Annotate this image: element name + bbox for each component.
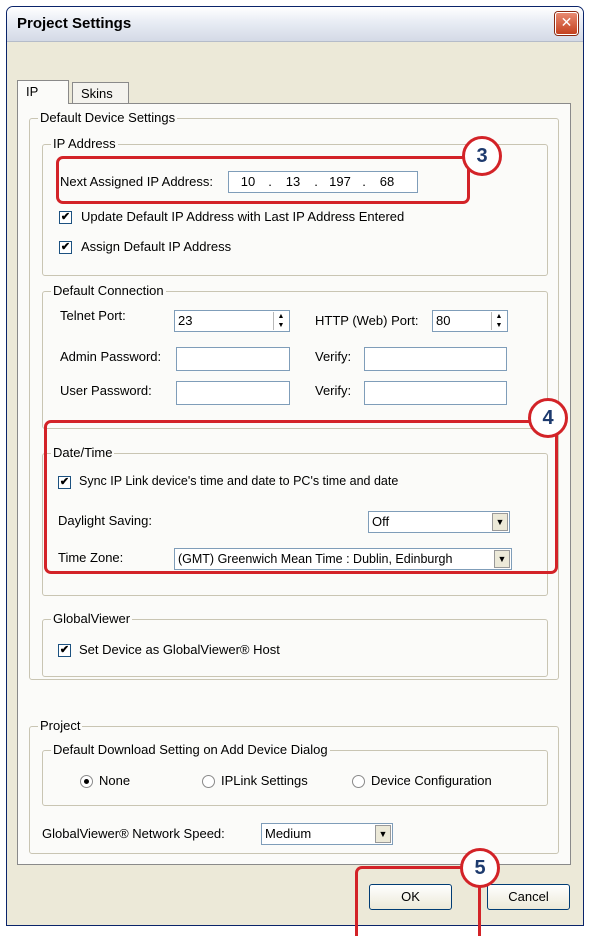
tab-skins-label: Skins bbox=[81, 86, 113, 101]
tab-ip-label: IP bbox=[26, 84, 39, 99]
title-bar[interactable]: Project Settings ✕ bbox=[7, 7, 583, 42]
telnet-port-value: 23 bbox=[178, 313, 193, 328]
network-speed-value: Medium bbox=[265, 826, 312, 841]
network-speed-label: GlobalViewer® Network Speed: bbox=[42, 826, 225, 841]
chevron-down-icon[interactable]: ▼ bbox=[375, 825, 391, 843]
radio-device-configuration[interactable] bbox=[352, 775, 365, 788]
admin-password-label: Admin Password: bbox=[60, 349, 162, 364]
radio-none[interactable] bbox=[80, 775, 93, 788]
check-icon: ✔ bbox=[59, 644, 70, 656]
user-verify-input[interactable] bbox=[364, 381, 507, 405]
close-button[interactable]: ✕ bbox=[555, 12, 578, 35]
tab-ip[interactable]: IP bbox=[17, 80, 69, 104]
http-port-input[interactable]: 80 ▲ ▼ bbox=[432, 310, 508, 332]
close-icon: ✕ bbox=[560, 15, 573, 31]
http-port-label: HTTP (Web) Port: bbox=[315, 313, 419, 328]
callout-badge-4: 4 bbox=[528, 398, 568, 438]
download-setting-group: Default Download Setting on Add Device D… bbox=[42, 742, 548, 806]
admin-verify-label: Verify: bbox=[315, 349, 352, 364]
admin-password-input[interactable] bbox=[176, 347, 290, 371]
cancel-button[interactable]: Cancel bbox=[487, 884, 570, 910]
update-default-label: Update Default IP Address with Last IP A… bbox=[81, 209, 405, 224]
user-password-label: User Password: bbox=[60, 383, 152, 398]
user-password-input[interactable] bbox=[176, 381, 290, 405]
check-icon: ✔ bbox=[60, 241, 71, 253]
callout-badge-3: 3 bbox=[462, 136, 502, 176]
check-icon: ✔ bbox=[60, 211, 71, 223]
spin-down-icon: ▼ bbox=[495, 322, 503, 329]
default-connection-legend: Default Connection bbox=[51, 283, 166, 299]
download-setting-legend: Default Download Setting on Add Device D… bbox=[51, 742, 330, 758]
set-host-label: Set Device as GlobalViewer® Host bbox=[79, 642, 280, 657]
ip-address-legend: IP Address bbox=[51, 136, 118, 152]
spin-up-icon: ▲ bbox=[495, 313, 503, 320]
telnet-port-label: Telnet Port: bbox=[60, 308, 126, 323]
globalviewer-group: GlobalViewer ✔ Set Device as GlobalViewe… bbox=[42, 611, 548, 677]
http-port-spinner[interactable]: ▲ ▼ bbox=[491, 312, 506, 330]
cancel-button-label: Cancel bbox=[508, 889, 549, 904]
globalviewer-legend: GlobalViewer bbox=[51, 611, 133, 627]
radio-selected-dot bbox=[84, 779, 89, 784]
callout-highlight-date-time bbox=[44, 420, 558, 574]
update-default-checkbox[interactable]: ✔ bbox=[59, 211, 72, 224]
network-speed-select[interactable]: Medium ▼ bbox=[261, 823, 393, 845]
tab-skins[interactable]: Skins bbox=[72, 82, 129, 104]
radio-device-configuration-label: Device Configuration bbox=[371, 773, 492, 788]
set-host-checkbox[interactable]: ✔ bbox=[58, 644, 71, 657]
telnet-port-input[interactable]: 23 ▲ ▼ bbox=[174, 310, 290, 332]
window-title: Project Settings bbox=[17, 15, 132, 32]
user-verify-label: Verify: bbox=[315, 383, 352, 398]
radio-none-label: None bbox=[99, 773, 131, 788]
project-legend: Project bbox=[38, 718, 83, 734]
default-connection-group: Default Connection Telnet Port: 23 ▲ ▼ HT… bbox=[42, 283, 548, 429]
radio-iplink-settings[interactable] bbox=[202, 775, 215, 788]
http-port-value: 80 bbox=[436, 313, 451, 328]
admin-verify-input[interactable] bbox=[364, 347, 507, 371]
radio-iplink-settings-label: IPLink Settings bbox=[221, 773, 308, 788]
telnet-port-spinner[interactable]: ▲ ▼ bbox=[273, 312, 288, 330]
default-device-settings-legend: Default Device Settings bbox=[38, 110, 178, 126]
assign-default-label: Assign Default IP Address bbox=[81, 239, 232, 254]
spin-up-icon: ▲ bbox=[277, 313, 285, 320]
callout-highlight-ip bbox=[56, 156, 470, 204]
assign-default-checkbox[interactable]: ✔ bbox=[59, 241, 72, 254]
project-group: Project Default Download Setting on Add … bbox=[29, 718, 559, 854]
spin-down-icon: ▼ bbox=[277, 322, 285, 329]
callout-badge-5: 5 bbox=[460, 848, 500, 888]
